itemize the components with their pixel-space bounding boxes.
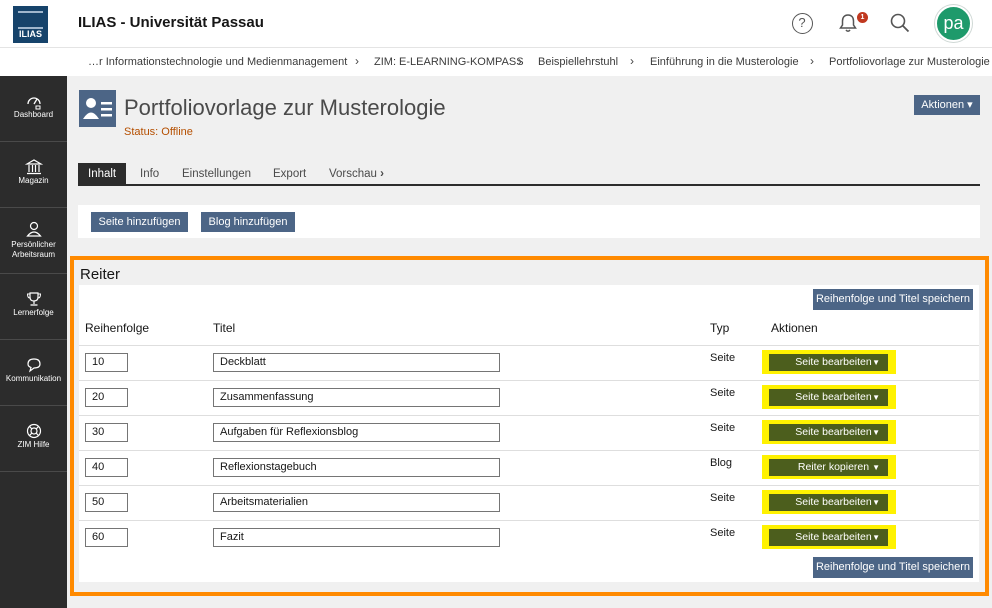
actions-label: Aktionen: [921, 99, 965, 111]
sidebar-item-label: Lernerfolge: [13, 308, 54, 317]
add-page-button[interactable]: Seite hinzufügen: [91, 212, 188, 232]
chevron-right-icon: ›: [518, 54, 522, 68]
breadcrumb-item-current: Portfoliovorlage zur Musterologie: [829, 56, 990, 68]
sidebar-item-label: Persönlicher Arbeitsraum: [11, 240, 56, 259]
lifebuoy-icon: [26, 423, 41, 439]
tab-export[interactable]: Export: [263, 163, 316, 186]
sidebar-item-magazin[interactable]: Magazin: [0, 142, 67, 208]
sidebar-item-label: Kommunikation: [5, 374, 62, 383]
breadcrumb-item[interactable]: Beispiellehrstuhl: [538, 56, 618, 68]
sidebar-item-kommunikation[interactable]: Kommunikation: [0, 340, 67, 406]
sidebar-item-lernerfolge[interactable]: Lernerfolge: [0, 274, 67, 340]
help-icon[interactable]: ?: [789, 10, 815, 36]
chevron-right-icon: ›: [355, 54, 359, 68]
chevron-right-icon: ›: [810, 54, 814, 68]
notification-count-badge: 1: [857, 12, 868, 23]
logo-text: ILIAS: [18, 29, 42, 39]
breadcrumb: …r Informationstechnologie und Medienman…: [0, 49, 992, 75]
sidebar-item-zim-hilfe[interactable]: ZIM Hilfe: [0, 406, 67, 472]
sidebar-item-personal-workspace[interactable]: Persönlicher Arbeitsraum: [0, 208, 67, 274]
main-sidebar: Dashboard Magazin Persönlicher Arbeitsra…: [0, 76, 67, 608]
trophy-icon: [26, 292, 41, 306]
chevron-right-icon: ›: [380, 168, 384, 180]
dashboard-icon: [26, 97, 41, 110]
portfolio-template-icon: [79, 90, 116, 127]
sidebar-item-dashboard[interactable]: Dashboard: [0, 76, 67, 142]
add-blog-button[interactable]: Blog hinzufügen: [201, 212, 295, 232]
chevron-right-icon: ›: [630, 54, 634, 68]
highlight-frame: [70, 256, 989, 596]
personal-workspace-icon: [25, 221, 42, 237]
sidebar-item-label: Magazin: [18, 176, 49, 185]
repository-icon: [24, 159, 43, 175]
tab-einstellungen[interactable]: Einstellungen: [172, 163, 261, 186]
caret-down-icon: ▾: [967, 99, 973, 111]
sidebar-item-label: Dashboard: [13, 110, 54, 119]
search-icon[interactable]: [887, 10, 913, 36]
tab-vorschau-label: Vorschau: [329, 168, 377, 180]
top-header: ILIAS ILIAS - Universität Passau ? 1 pa: [0, 0, 992, 48]
tab-vorschau[interactable]: Vorschau ›: [319, 163, 394, 186]
page-title: Portfoliovorlage zur Musterologie: [124, 95, 446, 120]
site-title: ILIAS - Universität Passau: [78, 14, 264, 31]
breadcrumb-item[interactable]: Einführung in die Musterologie: [650, 56, 799, 68]
tab-bar: Inhalt Info Einstellungen Export Vorscha…: [78, 163, 980, 186]
tab-inhalt[interactable]: Inhalt: [78, 163, 127, 186]
breadcrumb-item[interactable]: …r Informationstechnologie und Medienman…: [88, 56, 347, 68]
actions-dropdown-button[interactable]: Aktionen ▾: [914, 95, 980, 115]
content-toolbar: Seite hinzufügen Blog hinzufügen: [78, 205, 980, 238]
ilias-logo[interactable]: ILIAS: [13, 6, 48, 43]
sidebar-item-label: ZIM Hilfe: [17, 440, 50, 449]
status-text: Status: Offline: [124, 126, 193, 138]
breadcrumb-item[interactable]: ZIM: E-LEARNING-KOMPASS: [374, 56, 524, 68]
chat-icon: [26, 358, 41, 373]
user-avatar[interactable]: pa: [935, 5, 972, 42]
tab-info[interactable]: Info: [130, 163, 169, 186]
